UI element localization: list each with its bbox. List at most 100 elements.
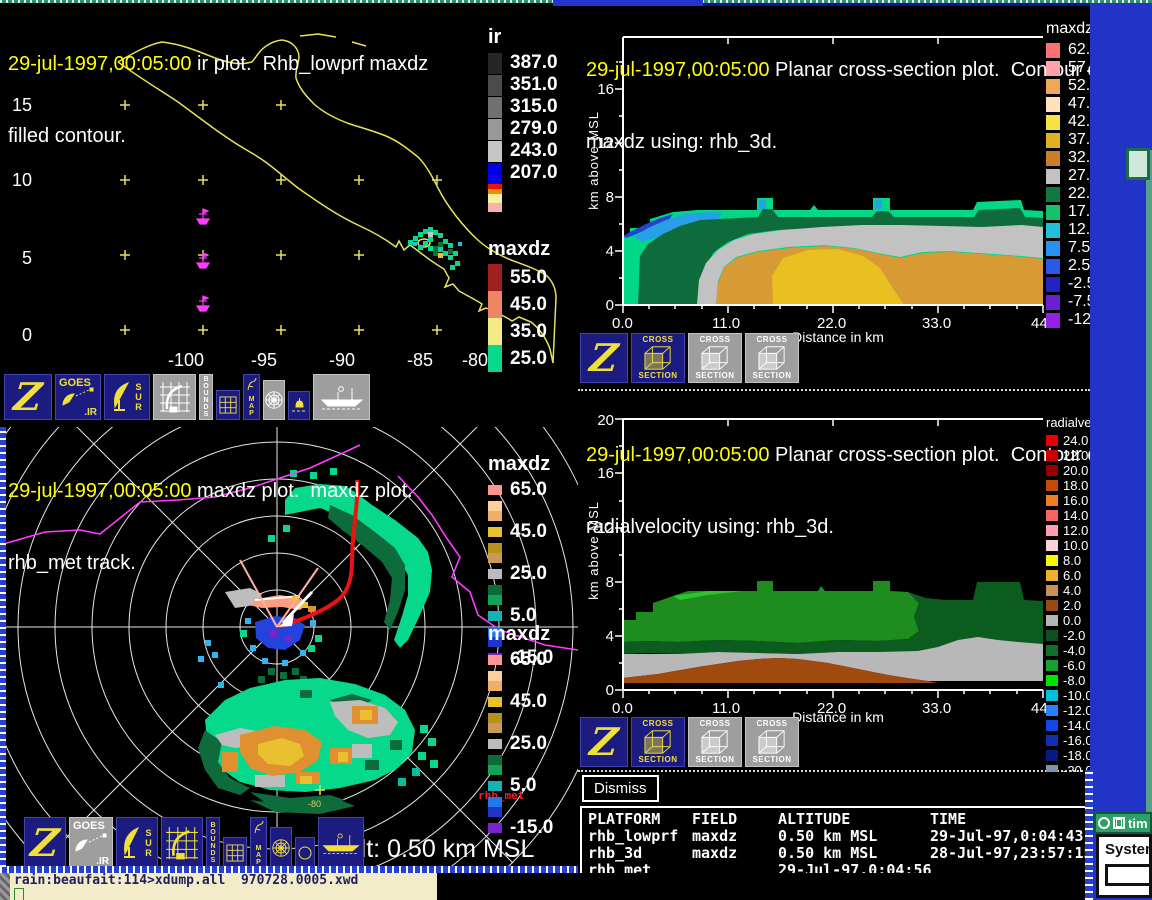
segment-label: -7.5 [1068, 293, 1090, 311]
colorbar-segment [488, 585, 553, 595]
bounds-button[interactable]: BOUNDS [206, 817, 220, 869]
ship-button[interactable] [318, 817, 364, 869]
bounds-label: BOUNDS [203, 376, 210, 418]
tim-window-body: System [1096, 834, 1152, 898]
cross-section-button[interactable]: CROSS SECTION [688, 717, 742, 767]
buoy-button[interactable] [288, 391, 310, 420]
color-swatch [1046, 313, 1060, 328]
title-text-line2: filled contour. [8, 124, 428, 148]
goes-ir-button[interactable]: GOES .IR [69, 817, 113, 869]
map-label: MAP [255, 845, 262, 866]
title-text: Planar cross-section plot. Contour of [769, 59, 1090, 81]
radar-dish-icon [122, 826, 140, 860]
color-swatch [488, 585, 502, 595]
segment-label: 42.5 [1068, 113, 1090, 131]
tim-titlebar[interactable]: tim [1094, 812, 1152, 834]
zebra-button[interactable]: Z [580, 717, 628, 767]
color-swatch [1046, 259, 1060, 274]
segment-label: 45.0 [510, 294, 547, 316]
colorbar-segment: -18.0 [1046, 748, 1090, 763]
colorbar-segment: 35.0 [488, 318, 550, 345]
cross-section-button[interactable]: CROSS SECTION [688, 333, 742, 383]
cross-section-button-active[interactable]: CROSS SECTION [631, 333, 685, 383]
colorbar-segment: 315.0 [488, 96, 558, 118]
panel-title: 29-jul-1997,00:05:00 Planar cross-sectio… [586, 10, 1090, 202]
cross-section-button[interactable]: CROSS SECTION [745, 333, 799, 383]
system-label: System [1105, 841, 1149, 858]
colorbar-segment: 42.5 [1046, 113, 1090, 131]
cross-section-button[interactable]: CROSS SECTION [745, 717, 799, 767]
cross-label: CROSS [643, 720, 674, 728]
color-swatch [1046, 645, 1058, 656]
color-swatch [488, 569, 502, 579]
segment-label: 65.0 [510, 479, 547, 501]
terminal-prompt-line: rain:beaufait:114>xdump.all 970728.0005.… [14, 873, 358, 888]
map-button[interactable]: MAP [250, 817, 267, 869]
terminal-scrollbar[interactable] [0, 872, 10, 900]
cross-label: CROSS [757, 336, 788, 344]
terminal-window[interactable]: rain:beaufait:114>xdump.all 970728.0005.… [0, 870, 437, 900]
small-grid-button[interactable] [216, 390, 240, 420]
section-label: SECTION [752, 372, 791, 380]
segment-label: 14.0 [1063, 508, 1088, 523]
color-swatch [1046, 277, 1060, 292]
window-menu-icon[interactable] [1098, 817, 1110, 829]
colorbar-segment: 55.0 [488, 264, 550, 291]
colorbar-segment: 24.0 [1046, 433, 1090, 448]
window-border [0, 866, 578, 873]
platform-table: PLATFORM FIELD ALTITUDE TIME rhb_lowprf … [580, 806, 1090, 879]
segment-label: 25.0 [510, 348, 547, 370]
color-swatch [488, 655, 502, 665]
ship-button[interactable] [313, 374, 370, 420]
colorbar-segment: 20.0 [1046, 463, 1090, 478]
small-grid-button[interactable] [223, 837, 247, 869]
surveillance-button[interactable]: SUR [116, 817, 158, 869]
colorbar-title: ir [488, 26, 558, 49]
bounds-button[interactable]: BOUNDS [199, 374, 213, 420]
zebra-button[interactable]: Z [580, 333, 628, 383]
colorbar-segment: -16.0 [1046, 733, 1090, 748]
polar-web-button[interactable] [270, 827, 292, 869]
colorbar-maxdz-2: maxdz 65.0 [488, 623, 553, 839]
dismiss-button[interactable]: Dismiss [582, 775, 659, 802]
color-swatch [488, 797, 502, 807]
color-swatch [488, 807, 502, 817]
colorbar-title: maxdz [488, 623, 553, 646]
color-swatch [1046, 97, 1060, 112]
x-tick: -95 [251, 350, 277, 371]
polar-web-button[interactable] [263, 380, 285, 420]
cross-section-button-active[interactable]: CROSS SECTION [631, 717, 685, 767]
colorbar-segment: 37.5 [1046, 131, 1090, 149]
segment-label: 35.0 [510, 321, 547, 343]
color-swatch [488, 527, 502, 537]
colorbar-segment: -2.5 [1046, 275, 1090, 293]
color-swatch [1046, 540, 1058, 551]
colorbar-segment: -10.0 [1046, 688, 1090, 703]
map-button[interactable]: MAP [243, 374, 260, 420]
x-tick: -90 [329, 350, 355, 371]
colorbar-segment: 7.5 [1046, 239, 1090, 257]
segment-label: 5.0 [510, 775, 536, 797]
ir-label: .IR [84, 407, 97, 418]
goes-ir-button[interactable]: GOES .IR [55, 374, 101, 420]
segment-label: 57.5 [1068, 59, 1090, 77]
screen-top-border-blue [553, 0, 703, 6]
colorbar-segment: -14.0 [1046, 718, 1090, 733]
window-doc-icon[interactable] [1113, 817, 1125, 829]
circle-button[interactable] [295, 837, 315, 869]
segment-label: -6.0 [1063, 658, 1085, 673]
grid-radar-button[interactable] [153, 374, 196, 420]
color-swatch [1046, 570, 1058, 581]
colorbar-segment [488, 511, 553, 521]
segment-label: 62.5 [1068, 41, 1090, 59]
surveillance-button[interactable]: SUR [104, 374, 150, 420]
cube-icon [641, 344, 675, 372]
segment-label: -4.0 [1063, 643, 1085, 658]
radar-echo-south [198, 678, 438, 814]
desktop-screen: 29-jul-1997,00:05:00 ir plot. Rhb_lowprf… [0, 0, 1152, 900]
grid-radar-button[interactable] [161, 817, 203, 869]
colorbar-title: maxdz [1046, 20, 1090, 38]
zebra-button[interactable]: Z [4, 374, 52, 420]
zebra-button[interactable]: Z [24, 817, 66, 869]
color-swatch [488, 97, 502, 118]
